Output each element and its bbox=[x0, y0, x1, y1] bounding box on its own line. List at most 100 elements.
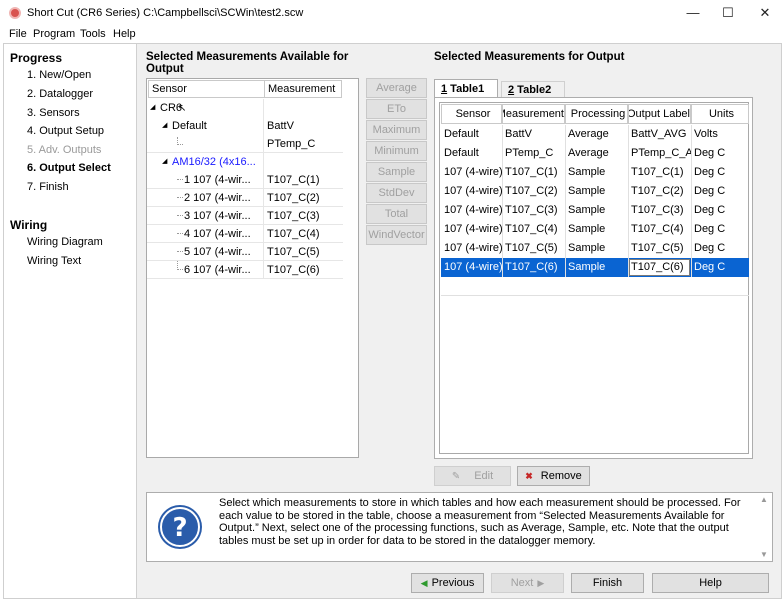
tree-node-label: AM16/32 (4x16... bbox=[172, 156, 256, 168]
sidebar-item-datalogger[interactable]: 2. Datalogger bbox=[27, 88, 93, 100]
wiring-heading: Wiring bbox=[10, 218, 48, 232]
menu-file[interactable]: File bbox=[9, 26, 27, 43]
collapse-arrow-icon[interactable]: ◢ bbox=[162, 121, 167, 129]
tab-table1-label: 1 Table1 bbox=[441, 81, 484, 97]
cell-processing: Sample bbox=[568, 223, 606, 235]
tree-header-measurement[interactable]: Measurement bbox=[264, 80, 342, 98]
help-box: ? Select which measurements to store in … bbox=[146, 492, 773, 562]
help-button[interactable]: Help bbox=[652, 573, 769, 593]
output-table[interactable]: Sensor Measurement Processing Output Lab… bbox=[439, 102, 749, 454]
output-header-measurement[interactable]: Measurement bbox=[502, 104, 565, 124]
average-button[interactable]: Average bbox=[366, 78, 427, 98]
table-row[interactable]: 107 (4-wire) T107_C(5) Sample T107_C(5) … bbox=[441, 239, 749, 258]
help-text: Select which measurements to store in wh… bbox=[219, 497, 741, 547]
cell-units: Deg C bbox=[694, 204, 726, 216]
cell-measurement: T107_C(6) bbox=[505, 261, 558, 273]
cell-measurement: BattV bbox=[505, 128, 532, 140]
progress-heading: Progress bbox=[10, 51, 63, 65]
sidebar: Progress 1. New/Open 2. Datalogger 3. Se… bbox=[4, 44, 136, 598]
output-header-sensor[interactable]: Sensor bbox=[441, 104, 502, 124]
cell-sensor: 107 (4-wire) bbox=[444, 261, 502, 273]
tree-measurement: T107_C(3) bbox=[267, 210, 320, 222]
tree-node-107-3[interactable]: 3 107 (4-wir... T107_C(3) bbox=[147, 207, 343, 225]
output-measurements-title: Selected Measurements for Output bbox=[434, 51, 625, 63]
forward-arrow-icon: ▶ bbox=[537, 578, 545, 588]
tab-table1-text: Table1 bbox=[447, 83, 485, 95]
scroll-up-icon[interactable]: ▲ bbox=[758, 495, 770, 504]
tree-node-label: 5 107 (4-wir... bbox=[184, 246, 251, 258]
previous-label: Previous bbox=[431, 577, 475, 589]
total-button[interactable]: Total bbox=[366, 204, 427, 224]
tree-node-107-2[interactable]: 2 107 (4-wir... T107_C(2) bbox=[147, 189, 343, 207]
windvector-button[interactable]: WindVector bbox=[366, 225, 427, 245]
collapse-arrow-icon[interactable]: ◢ bbox=[150, 103, 155, 111]
table-row[interactable]: 107 (4-wire) T107_C(1) Sample T107_C(1) … bbox=[441, 163, 749, 182]
tree-node-label: 4 107 (4-wir... bbox=[184, 228, 251, 240]
tree-header-sensor[interactable]: Sensor bbox=[148, 80, 265, 98]
cell-sensor: 107 (4-wire) bbox=[444, 242, 502, 254]
tree-node-cr6[interactable]: ◢ CR6 ↖ bbox=[147, 99, 343, 117]
eto-button[interactable]: ETo bbox=[366, 99, 427, 119]
collapse-arrow-icon[interactable]: ◢ bbox=[162, 157, 167, 165]
sidebar-item-new-open[interactable]: 1. New/Open bbox=[27, 69, 91, 81]
sidebar-item-wiring-text[interactable]: Wiring Text bbox=[27, 255, 81, 267]
sidebar-item-output-select[interactable]: 6. Output Select bbox=[27, 162, 111, 174]
sidebar-item-output-setup[interactable]: 4. Output Setup bbox=[27, 125, 104, 137]
next-button[interactable]: Next ▶ bbox=[491, 573, 564, 593]
table-row[interactable]: 107 (4-wire) T107_C(3) Sample T107_C(3) … bbox=[441, 201, 749, 220]
output-header-units[interactable]: Units bbox=[691, 104, 749, 124]
next-label: Next bbox=[510, 577, 534, 589]
tab-table2[interactable]: 2 Table2 bbox=[501, 81, 565, 98]
tree-node-am1632[interactable]: ◢ AM16/32 (4x16... bbox=[147, 153, 343, 171]
tree-node-107-4[interactable]: 4 107 (4-wir... T107_C(4) bbox=[147, 225, 343, 243]
cell-sensor: Default bbox=[444, 128, 479, 140]
scroll-down-icon[interactable]: ▼ bbox=[758, 550, 770, 559]
cell-output-label: T107_C(5) bbox=[631, 242, 684, 254]
tab-table1[interactable]: 1 Table1 bbox=[434, 79, 498, 98]
cell-measurement: T107_C(5) bbox=[505, 242, 558, 254]
tree-node-default[interactable]: ◢ Default BattV bbox=[147, 117, 343, 135]
output-header-processing[interactable]: Processing bbox=[565, 104, 628, 124]
output-header-output-label[interactable]: Output Label bbox=[628, 104, 691, 124]
cell-sensor: 107 (4-wire) bbox=[444, 185, 502, 197]
close-button[interactable]: ✕ bbox=[752, 2, 778, 24]
tree-node-107-5[interactable]: 5 107 (4-wir... T107_C(5) bbox=[147, 243, 343, 261]
available-measurements-tree[interactable]: Sensor Measurement ◢ CR6 ↖ ◢ Default Bat… bbox=[146, 78, 359, 458]
table-row-selected[interactable]: 107 (4-wire) T107_C(6) Sample T107_C(6) … bbox=[441, 258, 749, 277]
tree-measurement: T107_C(2) bbox=[267, 192, 320, 204]
sidebar-item-wiring-diagram[interactable]: Wiring Diagram bbox=[27, 236, 103, 248]
cell-units: Deg C bbox=[694, 242, 726, 254]
menu-help[interactable]: Help bbox=[113, 26, 136, 43]
tree-measurement: T107_C(5) bbox=[267, 246, 320, 258]
cell-units: Volts bbox=[694, 128, 718, 140]
tree-node-107-1[interactable]: 1 107 (4-wir... T107_C(1) bbox=[147, 171, 343, 189]
output-label-edit-field[interactable]: T107_C(6) bbox=[629, 259, 690, 276]
table-row[interactable]: Default BattV Average BattV_AVG Volts bbox=[441, 125, 749, 144]
table-row[interactable]: 107 (4-wire) T107_C(4) Sample T107_C(4) … bbox=[441, 220, 749, 239]
minimum-button[interactable]: Minimum bbox=[366, 141, 427, 161]
help-scrollbar[interactable]: ▲ ▼ bbox=[758, 495, 770, 559]
tree-node-ptemp[interactable]: PTemp_C bbox=[147, 135, 343, 153]
edit-button[interactable]: ✎ Edit bbox=[434, 466, 511, 486]
table-row[interactable]: Default PTemp_C Average PTemp_C_AVG Deg … bbox=[441, 144, 749, 163]
tab-table2-text: Table2 bbox=[514, 84, 552, 96]
tab-table2-label: 2 Table2 bbox=[508, 82, 551, 98]
tree-node-107-6[interactable]: 6 107 (4-wir... T107_C(6) bbox=[147, 261, 343, 279]
menu-program[interactable]: Program bbox=[33, 26, 75, 43]
menu-tools[interactable]: Tools bbox=[80, 26, 106, 43]
sample-button[interactable]: Sample bbox=[366, 162, 427, 182]
cell-sensor: Default bbox=[444, 147, 479, 159]
app-icon bbox=[9, 7, 21, 19]
minimize-button[interactable]: — bbox=[680, 2, 706, 24]
previous-button[interactable]: ◀ Previous bbox=[411, 573, 484, 593]
table-row[interactable]: 107 (4-wire) T107_C(2) Sample T107_C(2) … bbox=[441, 182, 749, 201]
sidebar-item-sensors[interactable]: 3. Sensors bbox=[27, 107, 80, 119]
help-question-icon: ? bbox=[158, 505, 202, 549]
finish-button[interactable]: Finish bbox=[571, 573, 644, 593]
stddev-button[interactable]: StdDev bbox=[366, 183, 427, 203]
maximize-button[interactable]: ☐ bbox=[715, 2, 741, 24]
remove-button[interactable]: ✖ Remove bbox=[517, 466, 590, 486]
cell-measurement: T107_C(2) bbox=[505, 185, 558, 197]
sidebar-item-finish[interactable]: 7. Finish bbox=[27, 181, 69, 193]
maximum-button[interactable]: Maximum bbox=[366, 120, 427, 140]
